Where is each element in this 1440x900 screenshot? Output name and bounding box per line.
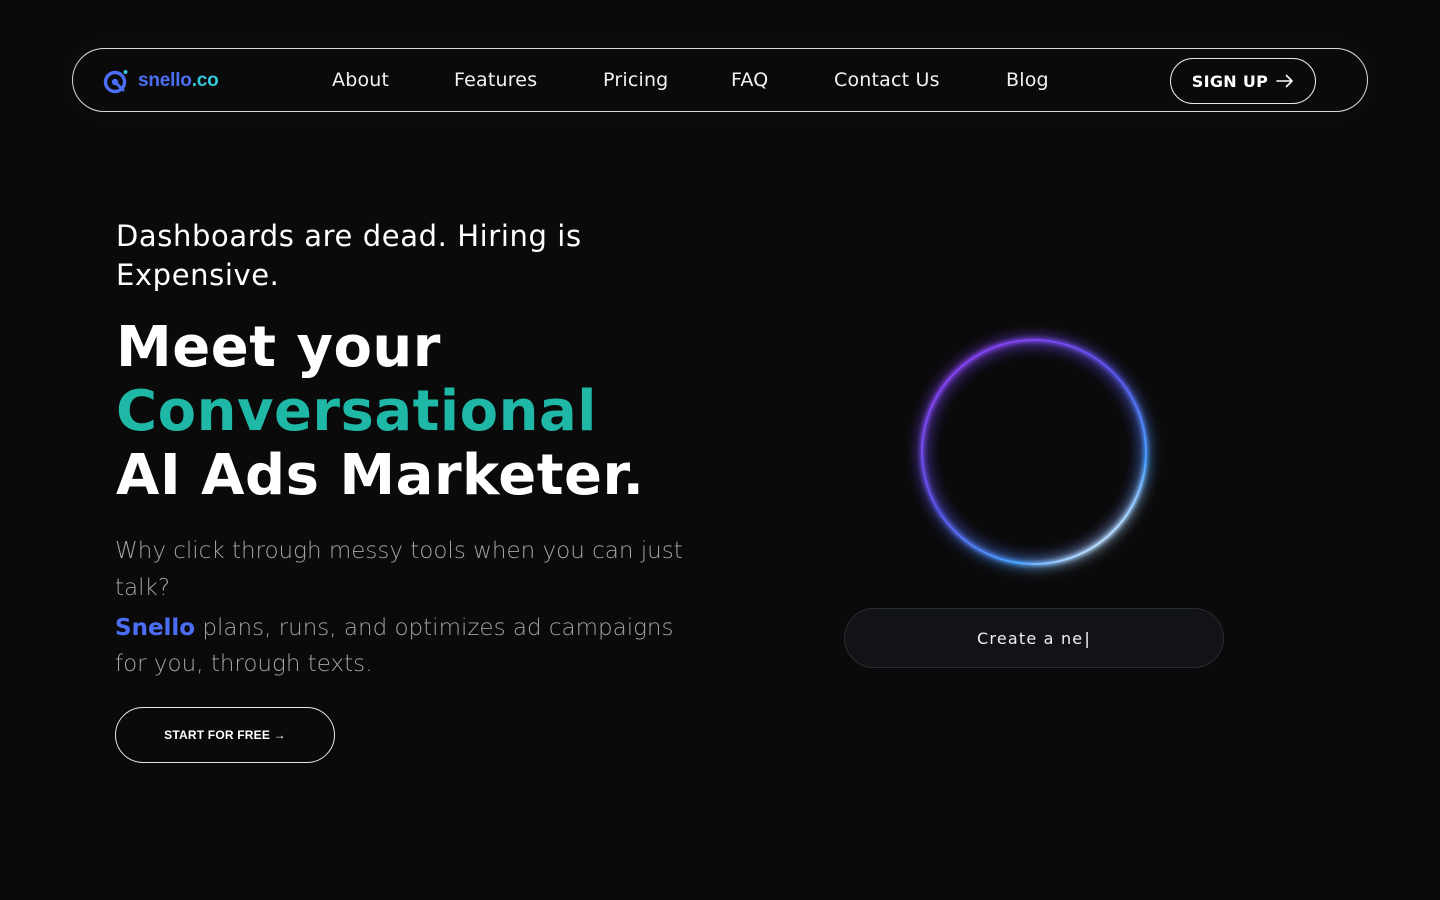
nav-link-blog[interactable]: Blog xyxy=(1006,69,1049,91)
nav-link-pricing[interactable]: Pricing xyxy=(603,69,668,91)
description-text: plans, runs, and optimizes ad campaigns … xyxy=(115,615,674,677)
headline-line-3: AI Ads Marketer. xyxy=(116,443,645,508)
arrow-right-icon xyxy=(1276,74,1293,88)
hero-subtitle: Why click through messy tools when you c… xyxy=(115,538,683,601)
sign-up-label: SIGN UP xyxy=(1191,71,1269,91)
headline-accent: Conversational xyxy=(116,379,597,444)
assistant-prompt-input[interactable]: Create a ne | xyxy=(844,608,1224,668)
nav-link-contact-us[interactable]: Contact Us xyxy=(834,69,940,91)
brand-logo[interactable]: snello.co xyxy=(102,67,219,95)
landing-page: snello.co About Features Pricing FAQ Con… xyxy=(0,0,1440,900)
brand-name: snello.co xyxy=(138,70,219,91)
hero-description: Snello plans, runs, and optimizes ad cam… xyxy=(115,610,705,682)
hero-headline: Meet your Conversational AI Ads Marketer… xyxy=(116,316,736,508)
nav-link-about[interactable]: About xyxy=(332,69,389,91)
headline-line-1: Meet your xyxy=(116,315,441,380)
nav-link-features[interactable]: Features xyxy=(454,69,537,91)
nav-link-faq[interactable]: FAQ xyxy=(731,69,768,91)
text-caret: | xyxy=(1084,628,1091,648)
prompt-typed-text: Create a ne xyxy=(977,628,1084,648)
top-navbar: snello.co About Features Pricing FAQ Con… xyxy=(72,48,1368,112)
brand-highlight: Snello xyxy=(115,615,196,641)
snello-logo-icon xyxy=(103,70,128,94)
start-for-free-button[interactable]: START FOR FREE → xyxy=(115,707,335,763)
sign-up-button[interactable]: SIGN UP xyxy=(1170,58,1316,104)
hero-eyebrow: Dashboards are dead. Hiring is Expensive… xyxy=(116,219,582,292)
ai-voice-orb xyxy=(917,335,1151,569)
